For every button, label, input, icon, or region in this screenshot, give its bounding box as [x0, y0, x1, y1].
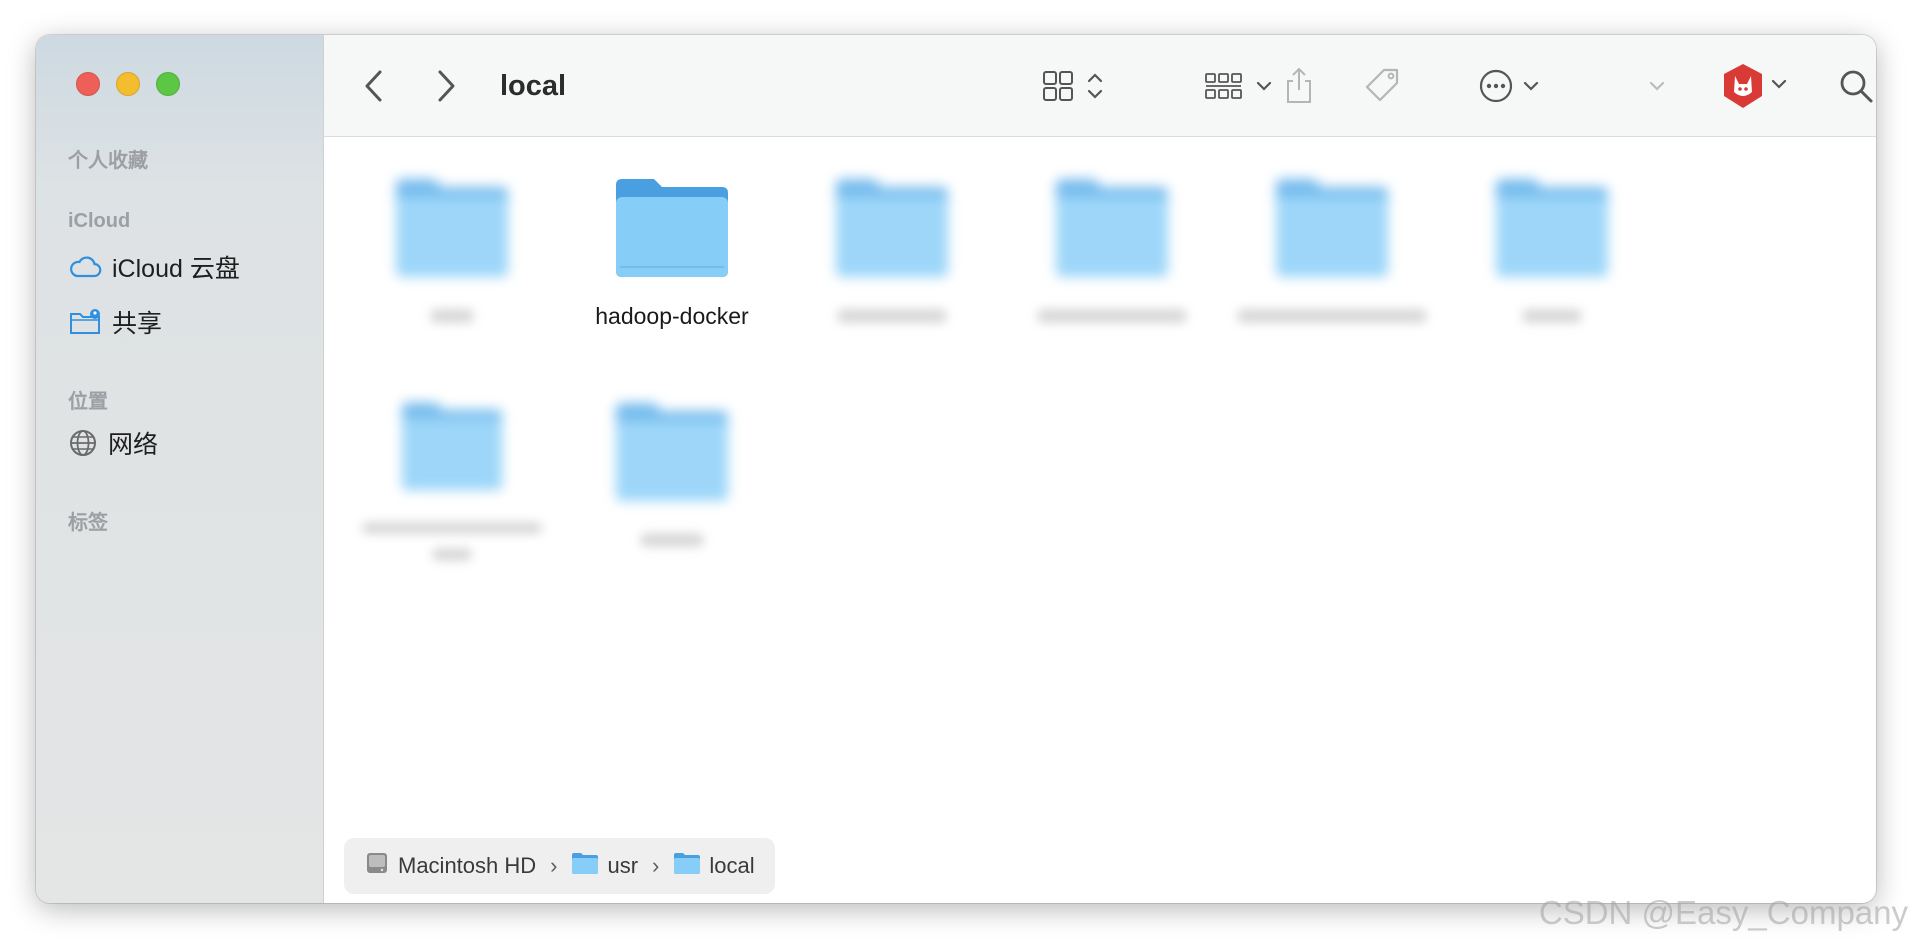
file-item[interactable]	[1452, 157, 1652, 337]
crumb-label: usr	[607, 853, 639, 878]
file-name-line2	[432, 548, 472, 561]
path-crumb-disk[interactable]: Macintosh HD	[364, 850, 536, 882]
file-name	[362, 521, 542, 535]
folder-icon	[616, 179, 728, 277]
app-extension-icon[interactable]	[1719, 35, 1799, 137]
file-item[interactable]: hadoop-docker	[572, 157, 772, 337]
share-icon[interactable]	[1284, 35, 1314, 137]
toolbar: local	[324, 35, 1876, 137]
window-title: local	[500, 70, 567, 102]
globe-icon	[68, 428, 98, 458]
path-crumb-usr[interactable]: usr	[571, 851, 638, 881]
file-name: hadoop-docker	[595, 303, 749, 329]
sidebar-section-icloud: iCloud	[68, 210, 131, 232]
hard-drive-icon	[364, 850, 390, 882]
search-icon[interactable]	[1838, 35, 1874, 137]
icon-view-icon[interactable]	[1042, 35, 1110, 137]
folder-icon	[616, 403, 728, 501]
file-item[interactable]	[792, 157, 992, 337]
zoom-button[interactable]	[156, 72, 180, 96]
shared-folder-icon	[68, 308, 102, 336]
tag-icon[interactable]	[1362, 35, 1402, 137]
file-item[interactable]	[1012, 157, 1212, 337]
folder-icon	[673, 851, 701, 881]
crumb-label: Macintosh HD	[398, 853, 537, 878]
group-icon[interactable]	[1204, 35, 1280, 137]
file-item[interactable]	[1232, 157, 1432, 337]
sidebar-item-label: iCloud 云盘	[112, 255, 240, 283]
crumb-label: local	[709, 853, 755, 878]
sidebar: 个人收藏 iCloud iCloud 云盘 共享 位置 网络 标签	[36, 35, 324, 903]
folder-icon	[1276, 179, 1388, 277]
sidebar-section-favorites: 个人收藏	[68, 150, 148, 172]
file-item[interactable]	[572, 381, 772, 561]
chevron-right-icon: ›	[652, 853, 660, 878]
file-item[interactable]	[352, 157, 552, 337]
cloud-icon	[68, 254, 102, 280]
file-grid: hadoop-docker	[324, 137, 1876, 903]
sidebar-item-icloud-drive[interactable]: iCloud 云盘	[68, 249, 240, 285]
window-controls	[76, 72, 180, 96]
sidebar-section-locations: 位置	[68, 391, 108, 413]
file-name	[1522, 309, 1582, 323]
chevron-right-icon: ›	[550, 853, 558, 878]
folder-icon	[401, 402, 503, 491]
back-icon[interactable]	[362, 35, 386, 137]
folder-icon	[1496, 179, 1608, 277]
file-name	[640, 533, 704, 547]
forward-icon[interactable]	[434, 35, 458, 137]
finder-window: 个人收藏 iCloud iCloud 云盘 共享 位置 网络 标签 local …	[36, 35, 1876, 903]
file-name	[1037, 309, 1187, 323]
folder-icon	[396, 179, 508, 277]
folder-icon	[571, 851, 599, 881]
folder-icon	[1056, 179, 1168, 277]
more-icon[interactable]	[1479, 35, 1547, 137]
file-name	[837, 309, 947, 323]
sidebar-section-tags: 标签	[68, 512, 108, 534]
path-bar: Macintosh HD › usr › local	[344, 838, 775, 894]
watermark: CSDN @Easy_Company	[1538, 894, 1908, 931]
sidebar-item-label: 共享	[112, 310, 163, 338]
path-crumb-local[interactable]: local	[673, 851, 755, 881]
file-name	[430, 309, 474, 323]
chevron-down-icon[interactable]	[1647, 35, 1667, 137]
file-item[interactable]	[352, 381, 552, 561]
file-name	[1237, 309, 1427, 323]
sidebar-item-network[interactable]: 网络	[68, 425, 158, 461]
folder-icon	[836, 179, 948, 277]
sidebar-item-label: 网络	[108, 431, 159, 459]
minimize-button[interactable]	[116, 72, 140, 96]
sidebar-item-shared[interactable]: 共享	[68, 304, 162, 340]
close-button[interactable]	[76, 72, 100, 96]
